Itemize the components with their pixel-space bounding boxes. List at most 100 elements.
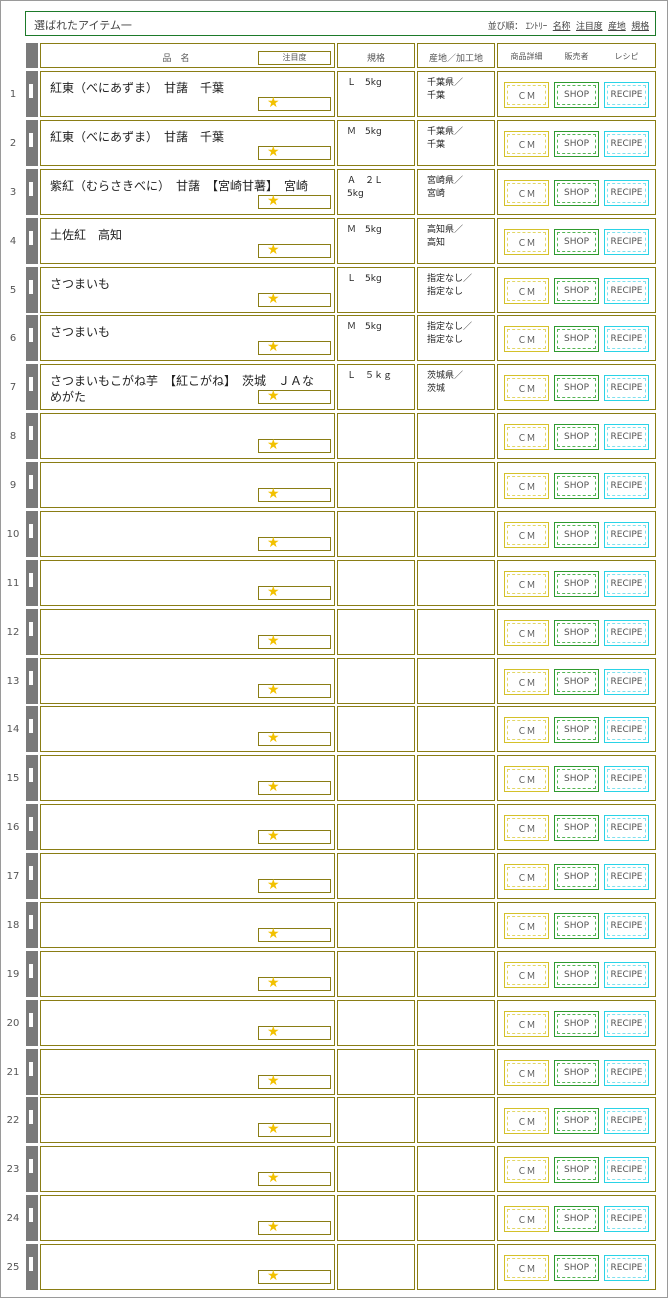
shop-button[interactable]: SHOP xyxy=(554,522,599,548)
recipe-button[interactable]: RECIPE xyxy=(604,962,649,988)
row-side-bar[interactable] xyxy=(26,658,38,704)
sort-by-attention-link[interactable]: 注目度 xyxy=(576,22,603,32)
attention-rating[interactable]: ★ xyxy=(258,682,331,698)
star-icon[interactable]: ★ xyxy=(267,1024,280,1040)
row-side-bar[interactable] xyxy=(26,462,38,508)
recipe-button[interactable]: RECIPE xyxy=(604,326,649,352)
shop-button[interactable]: SHOP xyxy=(554,1011,599,1037)
shop-button[interactable]: SHOP xyxy=(554,473,599,499)
recipe-button[interactable]: RECIPE xyxy=(604,131,649,157)
row-side-bar[interactable] xyxy=(26,218,38,264)
shop-button[interactable]: SHOP xyxy=(554,620,599,646)
row-side-bar[interactable] xyxy=(26,267,38,313)
attention-rating[interactable]: ★ xyxy=(258,1268,331,1284)
cm-button[interactable]: ＣＭ xyxy=(504,1206,549,1232)
row-side-bar[interactable] xyxy=(26,755,38,801)
cm-button[interactable]: ＣＭ xyxy=(504,229,549,255)
recipe-button[interactable]: RECIPE xyxy=(604,571,649,597)
row-side-bar[interactable] xyxy=(26,560,38,606)
star-icon[interactable]: ★ xyxy=(267,95,280,111)
attention-rating[interactable]: ★ xyxy=(258,1170,331,1186)
recipe-button[interactable]: RECIPE xyxy=(604,473,649,499)
star-icon[interactable]: ★ xyxy=(267,1121,280,1137)
attention-rating[interactable]: ★ xyxy=(258,779,331,795)
row-side-bar[interactable] xyxy=(26,706,38,752)
shop-button[interactable]: SHOP xyxy=(554,669,599,695)
attention-column-header[interactable]: 注目度 xyxy=(258,51,331,65)
attention-rating[interactable]: ★ xyxy=(258,877,331,893)
star-icon[interactable]: ★ xyxy=(267,584,280,600)
cm-button[interactable]: ＣＭ xyxy=(504,766,549,792)
shop-button[interactable]: SHOP xyxy=(554,1255,599,1281)
row-side-bar[interactable] xyxy=(26,951,38,997)
shop-button[interactable]: SHOP xyxy=(554,717,599,743)
recipe-button[interactable]: RECIPE xyxy=(604,522,649,548)
shop-button[interactable]: SHOP xyxy=(554,571,599,597)
recipe-button[interactable]: RECIPE xyxy=(604,913,649,939)
recipe-button[interactable]: RECIPE xyxy=(604,1206,649,1232)
star-icon[interactable]: ★ xyxy=(267,1073,280,1089)
recipe-button[interactable]: RECIPE xyxy=(604,278,649,304)
recipe-button[interactable]: RECIPE xyxy=(604,180,649,206)
row-side-bar[interactable] xyxy=(26,1049,38,1095)
row-side-bar[interactable] xyxy=(26,1097,38,1143)
star-icon[interactable]: ★ xyxy=(267,291,280,307)
star-icon[interactable]: ★ xyxy=(267,926,280,942)
cm-button[interactable]: ＣＭ xyxy=(504,913,549,939)
cm-button[interactable]: ＣＭ xyxy=(504,180,549,206)
row-side-bar[interactable] xyxy=(26,413,38,459)
cm-button[interactable]: ＣＭ xyxy=(504,326,549,352)
attention-rating[interactable]: ★ xyxy=(258,339,331,355)
row-side-bar[interactable] xyxy=(26,315,38,361)
recipe-button[interactable]: RECIPE xyxy=(604,815,649,841)
attention-rating[interactable]: ★ xyxy=(258,1024,331,1040)
recipe-button[interactable]: RECIPE xyxy=(604,229,649,255)
recipe-button[interactable]: RECIPE xyxy=(604,424,649,450)
recipe-button[interactable]: RECIPE xyxy=(604,1011,649,1037)
attention-rating[interactable]: ★ xyxy=(258,95,331,111)
item-name[interactable]: 土佐紅 高知 xyxy=(50,227,325,243)
attention-rating[interactable]: ★ xyxy=(258,486,331,502)
attention-rating[interactable]: ★ xyxy=(258,975,331,991)
cm-button[interactable]: ＣＭ xyxy=(504,1255,549,1281)
attention-rating[interactable]: ★ xyxy=(258,242,331,258)
star-icon[interactable]: ★ xyxy=(267,877,280,893)
attention-rating[interactable]: ★ xyxy=(258,437,331,453)
attention-rating[interactable]: ★ xyxy=(258,144,331,160)
shop-button[interactable]: SHOP xyxy=(554,375,599,401)
recipe-button[interactable]: RECIPE xyxy=(604,375,649,401)
cm-button[interactable]: ＣＭ xyxy=(504,1157,549,1183)
star-icon[interactable]: ★ xyxy=(267,682,280,698)
star-icon[interactable]: ★ xyxy=(267,388,280,404)
shop-button[interactable]: SHOP xyxy=(554,864,599,890)
star-icon[interactable]: ★ xyxy=(267,975,280,991)
recipe-button[interactable]: RECIPE xyxy=(604,1255,649,1281)
attention-rating[interactable]: ★ xyxy=(258,1073,331,1089)
cm-button[interactable]: ＣＭ xyxy=(504,375,549,401)
recipe-button[interactable]: RECIPE xyxy=(604,864,649,890)
shop-button[interactable]: SHOP xyxy=(554,131,599,157)
cm-button[interactable]: ＣＭ xyxy=(504,1011,549,1037)
row-side-bar[interactable] xyxy=(26,1244,38,1290)
cm-button[interactable]: ＣＭ xyxy=(504,864,549,890)
recipe-button[interactable]: RECIPE xyxy=(604,717,649,743)
cm-button[interactable]: ＣＭ xyxy=(504,620,549,646)
cm-button[interactable]: ＣＭ xyxy=(504,571,549,597)
shop-button[interactable]: SHOP xyxy=(554,1157,599,1183)
shop-button[interactable]: SHOP xyxy=(554,962,599,988)
shop-button[interactable]: SHOP xyxy=(554,82,599,108)
row-side-bar[interactable] xyxy=(26,1195,38,1241)
recipe-button[interactable]: RECIPE xyxy=(604,620,649,646)
shop-button[interactable]: SHOP xyxy=(554,180,599,206)
row-side-bar[interactable] xyxy=(26,169,38,215)
item-name[interactable]: さつまいも xyxy=(50,276,325,292)
item-name[interactable]: 紅東（べにあずま） 甘藷 千葉 xyxy=(50,80,325,96)
star-icon[interactable]: ★ xyxy=(267,437,280,453)
recipe-button[interactable]: RECIPE xyxy=(604,669,649,695)
cm-button[interactable]: ＣＭ xyxy=(504,278,549,304)
recipe-button[interactable]: RECIPE xyxy=(604,766,649,792)
star-icon[interactable]: ★ xyxy=(267,828,280,844)
recipe-button[interactable]: RECIPE xyxy=(604,1108,649,1134)
cm-button[interactable]: ＣＭ xyxy=(504,717,549,743)
shop-button[interactable]: SHOP xyxy=(554,424,599,450)
